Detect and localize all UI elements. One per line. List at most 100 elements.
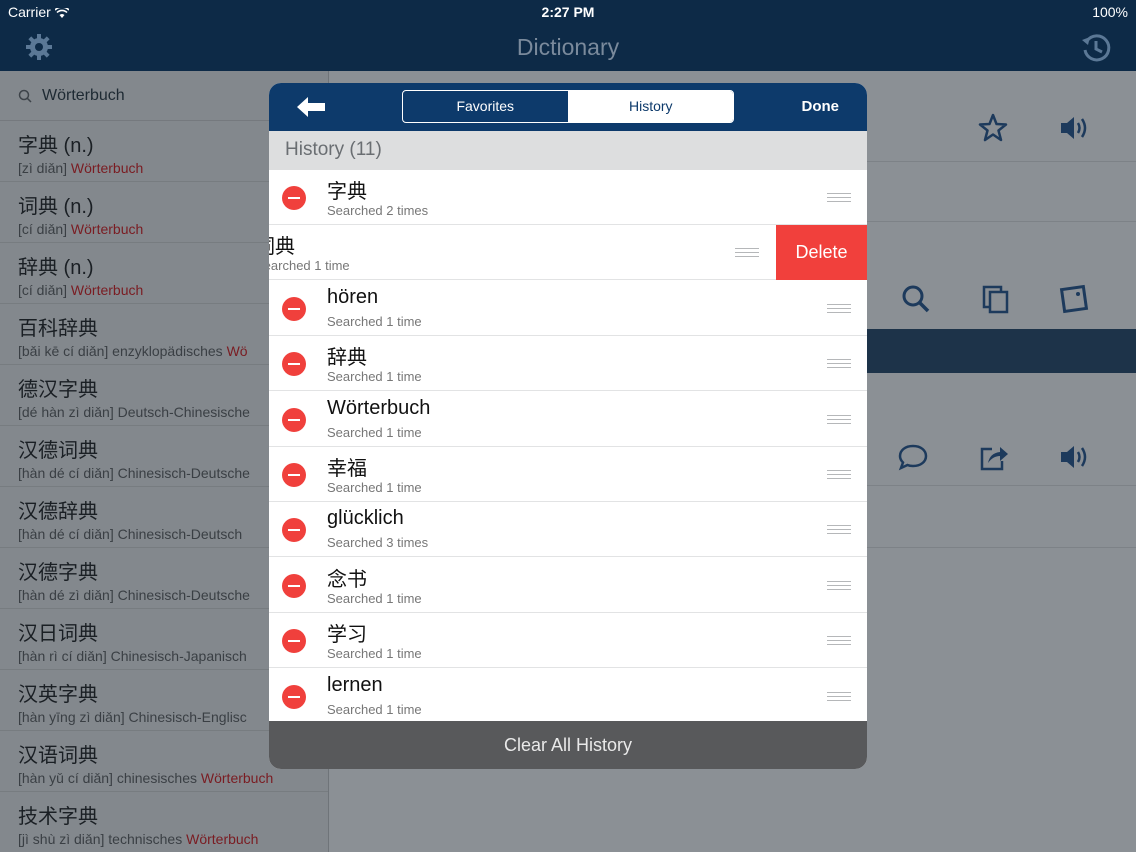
history-word: 念书 xyxy=(327,568,367,591)
history-count: Searched 1 time xyxy=(327,701,422,717)
reorder-grip-icon[interactable] xyxy=(827,580,851,590)
minus-icon[interactable] xyxy=(282,186,306,210)
history-word: 字典 xyxy=(327,181,367,203)
minus-icon[interactable] xyxy=(282,296,306,321)
entry-definition-match: Wörterbuch xyxy=(70,282,144,298)
entry-definition: Deutsch-Chinesische xyxy=(117,404,250,420)
reorder-grip-icon[interactable] xyxy=(827,303,851,313)
history-row[interactable]: lernen Searched 1 time xyxy=(269,668,867,721)
reorder-grip-icon[interactable] xyxy=(827,636,851,646)
minus-icon[interactable] xyxy=(282,684,306,709)
entry-definition-match: Wörterbuch xyxy=(186,831,259,847)
minus-icon[interactable] xyxy=(282,629,306,654)
page-title: Dictionary xyxy=(516,34,620,60)
history-word: glücklich xyxy=(327,507,404,530)
speech-bubble-icon[interactable] xyxy=(897,441,929,473)
history-word: lernen xyxy=(327,673,383,696)
reorder-grip-icon[interactable] xyxy=(827,414,851,424)
segmented-control: Favorites History xyxy=(402,90,734,123)
history-word: 词典 xyxy=(269,236,295,259)
history-count: Searched 1 time xyxy=(327,369,422,385)
nav-bar: Dictionary xyxy=(0,24,1136,71)
copy-icon[interactable] xyxy=(980,283,1012,315)
history-word: 幸福 xyxy=(327,458,367,480)
minus-icon[interactable] xyxy=(282,463,306,487)
tab-history[interactable]: History xyxy=(568,91,733,122)
history-word: 辞典 xyxy=(327,347,367,370)
history-count: Searched 1 time xyxy=(327,313,422,329)
history-row[interactable]: hören Searched 1 time xyxy=(269,280,867,336)
entry-definition: chinesisches xyxy=(116,770,197,786)
entry-definition: Chinesisch-Deutsche xyxy=(117,587,250,603)
magnifier-icon[interactable] xyxy=(900,283,932,315)
history-count: Searched 1 time xyxy=(327,590,422,606)
entry-pinyin: [cí diǎn] xyxy=(18,282,68,298)
entry-definition: Chinesisch-Deutsche xyxy=(117,465,250,481)
entry-pinyin: [dé hàn zì diǎn] xyxy=(18,404,114,420)
search-icon xyxy=(18,89,32,103)
entry-pinyin: [hàn yīng zì diǎn] xyxy=(18,709,125,725)
entry-pinyin: [hàn yǔ cí diǎn] xyxy=(18,770,113,786)
speaker-icon[interactable] xyxy=(1058,441,1090,473)
history-row[interactable]: 念书 Searched 1 time xyxy=(269,557,867,613)
reorder-grip-icon[interactable] xyxy=(827,470,851,479)
history-row[interactable]: 词典Searched 1 time Delete xyxy=(269,225,867,281)
share-icon[interactable] xyxy=(978,441,1010,473)
history-clock-icon[interactable] xyxy=(1080,32,1112,64)
history-count: Searched 1 time xyxy=(327,480,422,495)
minus-icon[interactable] xyxy=(282,518,306,543)
history-row[interactable]: 学习 Searched 1 time xyxy=(269,613,867,669)
entry-pinyin: [hàn dé cí diǎn] xyxy=(18,465,114,481)
entry-pinyin: [jì shù zì diǎn] xyxy=(18,831,105,847)
minus-icon[interactable] xyxy=(282,573,306,598)
history-word: hören xyxy=(327,285,379,308)
history-count: Searched 1 time xyxy=(327,646,422,662)
done-button[interactable]: Done xyxy=(802,98,840,115)
entry-pinyin: [hàn dé cí diǎn] xyxy=(18,526,114,542)
entry-subtitle: [hàn yǔ cí diǎn] chinesisches Wörterbuch xyxy=(18,770,328,786)
history-count: Searched 3 times xyxy=(327,535,429,551)
entry-pinyin: [hàn dé zì diǎn] xyxy=(18,587,114,603)
reorder-grip-icon[interactable] xyxy=(827,193,851,202)
entry-definition-match: Wörterbuch xyxy=(70,160,144,176)
history-count: Searched 2 times xyxy=(327,203,429,218)
entry-pinyin: [cí diǎn] xyxy=(18,221,68,237)
entry-definition: Chinesisch-Deutsch xyxy=(117,526,243,542)
status-bar: Carrier 2:27 PM 100% xyxy=(0,0,1136,24)
clear-all-history-button[interactable]: Clear All History xyxy=(269,721,867,769)
search-input[interactable]: Wörterbuch xyxy=(42,87,125,105)
reorder-grip-icon[interactable] xyxy=(827,525,851,535)
history-row[interactable]: 幸福 Searched 1 time xyxy=(269,447,867,502)
minus-icon[interactable] xyxy=(282,407,306,432)
square-icon[interactable] xyxy=(1058,283,1090,315)
entry-definition-match: Wörterbuch xyxy=(200,770,274,786)
entry-definition: Chinesisch-Englisc xyxy=(128,709,247,725)
history-row[interactable]: Wörterbuch Searched 1 time xyxy=(269,391,867,447)
history-word: Wörterbuch xyxy=(327,396,431,419)
entry-headword: 技术字典 xyxy=(18,806,98,828)
entry-definition-match: Wörterbuch xyxy=(70,221,144,237)
history-count: Searched 1 time xyxy=(327,424,422,440)
minus-icon[interactable] xyxy=(282,352,306,377)
reorder-grip-icon[interactable] xyxy=(827,359,851,369)
reorder-grip-icon[interactable] xyxy=(735,248,759,258)
entry-definition: enzyklopädisches xyxy=(112,343,223,359)
history-row[interactable]: 字典 Searched 2 times xyxy=(269,170,867,225)
history-row[interactable]: glücklich Searched 3 times xyxy=(269,502,867,558)
history-count: Searched 1 time xyxy=(269,258,350,274)
delete-button[interactable]: Delete xyxy=(776,225,867,281)
speaker-icon[interactable] xyxy=(1058,112,1090,144)
tab-favorites[interactable]: Favorites xyxy=(403,91,569,122)
entry-definition-match: Wö xyxy=(226,343,248,359)
entry-pinyin: [hàn rì cí diǎn] xyxy=(18,648,107,664)
popover-header: Favorites History Done xyxy=(269,83,867,131)
entry-pinyin: [zì diǎn] xyxy=(18,160,68,176)
history-row[interactable]: 辞典 Searched 1 time xyxy=(269,336,867,392)
entry-definition: technisches xyxy=(108,831,183,847)
reorder-grip-icon[interactable] xyxy=(827,691,851,701)
entry-subtitle: [jì shù zì diǎn] technisches Wörterbuch xyxy=(18,831,328,847)
clock: 2:27 PM xyxy=(541,4,595,20)
list-item[interactable]: 技术字典 [jì shù zì diǎn] technisches Wörterb… xyxy=(0,792,328,852)
star-icon[interactable] xyxy=(977,112,1009,144)
back-arrow-icon[interactable] xyxy=(295,95,327,119)
